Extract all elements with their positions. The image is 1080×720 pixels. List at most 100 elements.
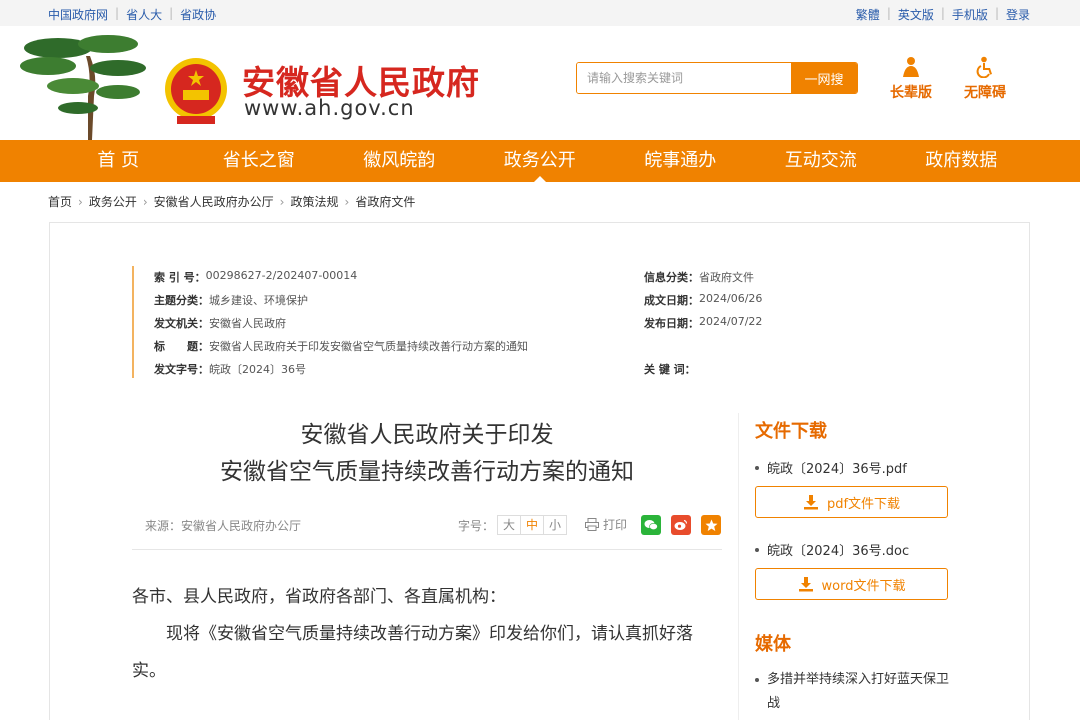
meta-value: 城乡建设、环境保护	[209, 294, 308, 307]
top-left-links: 中国政府网 | 省人大 | 省政协	[48, 6, 216, 23]
weibo-icon	[674, 519, 688, 530]
media-list-item[interactable]: 多措并举持续深入打好蓝天保卫战	[755, 668, 955, 716]
separator: |	[886, 6, 891, 20]
nav-item-services[interactable]: 皖事通办	[610, 140, 751, 182]
separator: |	[994, 6, 999, 20]
header: 安徽省人民政府 www.ah.gov.cn 一网搜 长辈版 无障碍	[0, 26, 1080, 140]
meta-date-published: 发布日期： 2024/07/22	[644, 315, 762, 331]
meta-title: 标 题： 安徽省人民政府关于印发安徽省空气质量持续改善行动方案的通知	[154, 338, 528, 354]
meta-value: 00298627-2/202407-00014	[205, 269, 358, 282]
accessibility-label: 无障碍	[964, 85, 1006, 101]
top-right-links: 繁體 | 英文版 | 手机版 | 登录	[856, 6, 1030, 23]
search-input[interactable]	[577, 63, 791, 93]
nav-item-home[interactable]: 首 页	[48, 140, 189, 182]
link-npc[interactable]: 省人大	[126, 6, 162, 23]
link-english[interactable]: 英文版	[898, 6, 934, 23]
link-login[interactable]: 登录	[1006, 6, 1030, 23]
meta-index: 索 引 号： 00298627-2/202407-00014	[154, 269, 357, 285]
pine-tree-logo	[20, 35, 146, 140]
meta-label: 成文日期：	[644, 294, 699, 307]
meta-label: 发文字号：	[154, 363, 209, 376]
nav-item-data[interactable]: 政府数据	[891, 140, 1032, 182]
download-icon	[798, 577, 813, 592]
wechat-icon	[644, 520, 658, 531]
star-icon	[705, 519, 717, 531]
wheelchair-icon	[976, 56, 992, 78]
font-medium-button[interactable]: 中	[520, 515, 545, 535]
meta-label: 主题分类：	[154, 294, 209, 307]
national-emblem-icon	[165, 58, 227, 124]
elder-mode-label: 长辈版	[890, 85, 932, 101]
printer-icon	[585, 518, 599, 531]
main-nav: 首 页 省长之窗 徽风皖韵 政务公开 皖事通办 互动交流 政府数据	[0, 140, 1080, 182]
breadcrumb: 首页 › 政务公开 › 安徽省人民政府办公厅 › 政策法规 › 省政府文件	[48, 193, 415, 210]
chevron-right-icon: ›	[142, 194, 148, 209]
article-source: 来源：安徽省人民政府办公厅	[145, 519, 302, 533]
meta-label: 标 题：	[154, 340, 209, 353]
download-icon	[803, 495, 818, 510]
nav-item-gov-affairs[interactable]: 政务公开	[470, 140, 611, 182]
separator: |	[115, 6, 120, 20]
wechat-share-button[interactable]	[641, 515, 661, 535]
elder-mode-button[interactable]: 长辈版	[890, 56, 932, 102]
article-paragraph: 现将《安徽省空气质量持续改善行动方案》印发给你们，请认真抓好落实。	[132, 624, 693, 681]
media-item-title: 多措并举持续深入打好蓝天保卫战	[767, 672, 950, 711]
meta-date-written: 成文日期： 2024/06/26	[644, 292, 762, 308]
breadcrumb-docs[interactable]: 省政府文件	[355, 193, 415, 210]
pdf-download-label: pdf文件下载	[826, 496, 901, 512]
meta-label: 索 引 号：	[154, 271, 206, 284]
meta-label: 发文机关：	[154, 317, 209, 330]
favorite-button[interactable]	[701, 515, 721, 535]
search-bar: 一网搜	[576, 62, 858, 94]
article-body: 各市、县人民政府，省政府各部门、各直属机构： 现将《安徽省空气质量持续改善行动方…	[132, 579, 722, 690]
separator: |	[940, 6, 945, 20]
bullet	[755, 547, 759, 552]
meta-value: 2024/06/26	[699, 292, 763, 305]
meta-label: 发布日期：	[644, 317, 699, 330]
meta-issuer: 发文机关： 安徽省人民政府	[154, 315, 286, 331]
meta-label: 关 键 词：	[644, 363, 696, 376]
link-cppcc[interactable]: 省政协	[180, 6, 216, 23]
bullet	[755, 465, 759, 470]
link-traditional[interactable]: 繁體	[856, 6, 880, 23]
meta-value: 省政府文件	[699, 271, 754, 284]
breadcrumb-home[interactable]: 首页	[48, 193, 72, 210]
font-large-button[interactable]: 大	[497, 515, 522, 535]
meta-value: 2024/07/22	[699, 315, 763, 328]
file-name: 皖政〔2024〕36号.doc	[767, 544, 910, 559]
print-label: 打印	[603, 518, 628, 532]
nav-item-governor[interactable]: 省长之窗	[189, 140, 330, 182]
sidebar-divider	[738, 413, 739, 720]
link-gov-cn[interactable]: 中国政府网	[48, 6, 108, 23]
font-size-label: 字号：	[458, 518, 495, 533]
font-small-button[interactable]: 小	[543, 515, 568, 535]
nav-item-interaction[interactable]: 互动交流	[751, 140, 892, 182]
meta-topic: 主题分类： 城乡建设、环境保护	[154, 292, 308, 308]
print-button[interactable]: 打印	[585, 516, 627, 533]
site-url: www.ah.gov.cn	[244, 96, 415, 120]
content-panel: 索 引 号： 00298627-2/202407-00014 信息分类： 省政府…	[49, 222, 1030, 720]
meta-label: 信息分类：	[644, 271, 699, 284]
document-metadata: 索 引 号： 00298627-2/202407-00014 信息分类： 省政府…	[132, 266, 772, 378]
word-download-button[interactable]: word文件下载	[755, 568, 948, 600]
top-bar: 中国政府网 | 省人大 | 省政协 繁體 | 英文版 | 手机版 | 登录	[0, 0, 1080, 26]
accessibility-button[interactable]: 无障碍	[964, 56, 1006, 102]
meta-value: 安徽省人民政府关于印发安徽省空气质量持续改善行动方案的通知	[209, 340, 528, 353]
meta-category: 信息分类： 省政府文件	[644, 269, 754, 285]
meta-value: 安徽省人民政府	[209, 317, 286, 330]
meta-doc-no: 发文字号： 皖政〔2024〕36号	[154, 361, 306, 377]
pdf-download-button[interactable]: pdf文件下载	[755, 486, 948, 518]
nav-item-culture[interactable]: 徽风皖韵	[329, 140, 470, 182]
breadcrumb-gov-affairs[interactable]: 政务公开	[89, 193, 137, 210]
meta-value: 皖政〔2024〕36号	[209, 363, 306, 376]
breadcrumb-office[interactable]: 安徽省人民政府办公厅	[154, 193, 274, 210]
meta-keywords: 关 键 词：	[644, 361, 696, 377]
breadcrumb-policy[interactable]: 政策法规	[290, 193, 338, 210]
bullet	[755, 678, 759, 682]
search-button[interactable]: 一网搜	[791, 63, 857, 93]
link-mobile[interactable]: 手机版	[952, 6, 988, 23]
file-item-doc: 皖政〔2024〕36号.doc	[755, 540, 909, 559]
font-size-control: 字号： 大 中 小	[458, 515, 568, 535]
weibo-share-button[interactable]	[671, 515, 691, 535]
article-title-line1: 安徽省人民政府关于印发	[300, 422, 554, 448]
